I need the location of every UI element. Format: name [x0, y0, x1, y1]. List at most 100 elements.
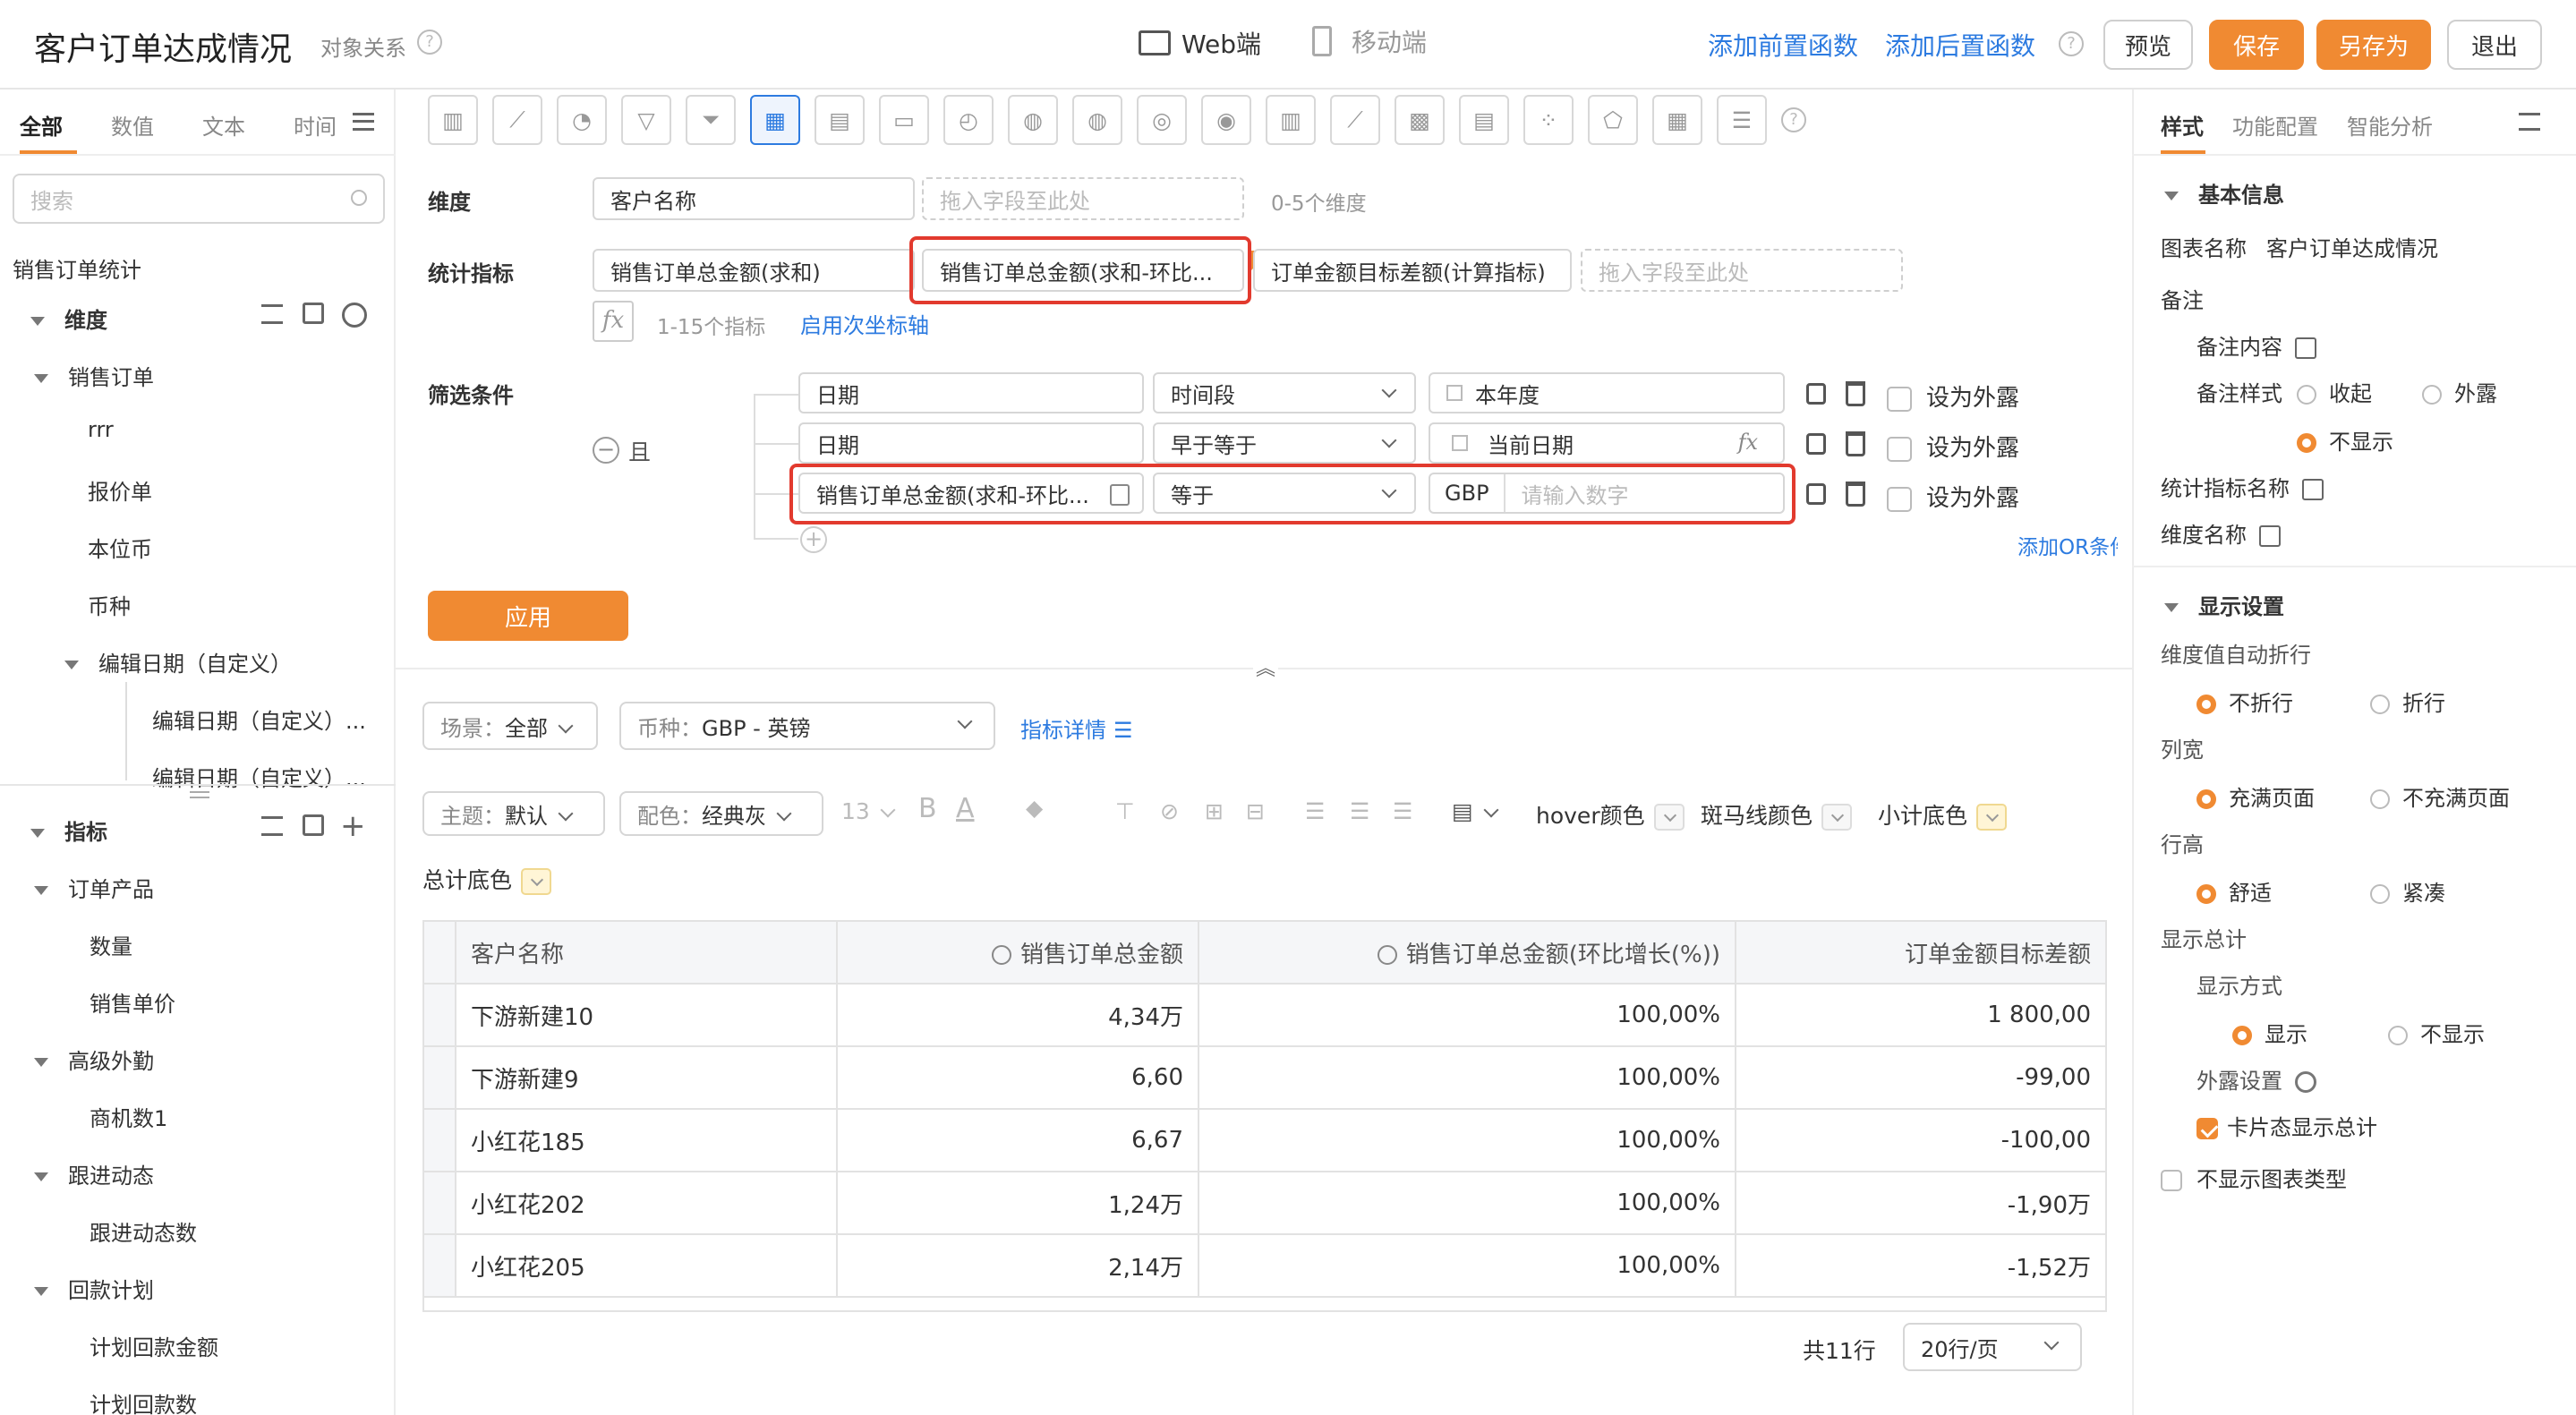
collapse-up-icon[interactable]: ︽ — [1253, 657, 1278, 682]
font-color-icon[interactable]: A — [956, 793, 975, 824]
map-cn-icon[interactable]: ◍ — [1008, 95, 1058, 145]
gauge-icon[interactable]: ◴ — [943, 95, 994, 145]
palette-select[interactable]: 配色： 经典灰 — [619, 791, 823, 836]
subtotal-color-picker[interactable]: 小计底色 — [1878, 798, 2008, 831]
tree-group-order-product[interactable]: 订单产品 — [34, 872, 154, 903]
table-row[interactable]: 小红花205 2,14万 100,00% -1,52万 — [422, 1233, 2107, 1298]
currency-select[interactable]: 币种： GBP - 英镑 — [619, 702, 995, 750]
web-tab[interactable]: Web端 — [1139, 25, 1261, 61]
add-or-link[interactable]: 添加OR条件 — [2017, 530, 2118, 560]
funnel-icon[interactable]: ▽ — [621, 95, 671, 145]
area-chart-icon[interactable]: ⟋ — [1330, 95, 1380, 145]
secondary-axis-link[interactable]: 启用次坐标轴 — [800, 308, 929, 339]
cell-merge-icon[interactable]: ⊞ — [1205, 798, 1224, 824]
add-icon[interactable]: + — [340, 808, 366, 844]
external-setting-row[interactable]: 外露设置 — [2196, 1063, 2316, 1095]
lock-icon[interactable] — [1806, 383, 1826, 405]
map-cn-2-icon[interactable]: ◍ — [1072, 95, 1122, 145]
scatter-icon[interactable]: ⁘ — [1523, 95, 1574, 145]
grid-icon[interactable]: ▦ — [1652, 95, 1702, 145]
theme-select[interactable]: 主题： 默认 — [422, 791, 605, 836]
pivot-icon[interactable]: ▤ — [1459, 95, 1509, 145]
metric-name-row[interactable]: 统计指标名称 — [2161, 471, 2324, 502]
add-condition-icon[interactable]: + — [800, 526, 827, 553]
tab-style[interactable]: 样式 — [2161, 109, 2204, 141]
indent-icon[interactable] — [261, 304, 283, 324]
globe-icon[interactable]: ◎ — [1137, 95, 1187, 145]
tree-group-followup[interactable]: 跟进动态 — [34, 1158, 154, 1189]
apply-button[interactable]: 应用 — [428, 591, 628, 641]
table-row[interactable]: 下游新建10 4,34万 100,00% 1 800,00 — [422, 983, 2107, 1047]
align-center-icon[interactable]: ☰ — [1350, 798, 1369, 824]
filter-1-external-checkbox[interactable]: 设为外露 — [1887, 379, 2019, 413]
font-size-select[interactable]: 13 — [841, 798, 896, 824]
tree-item-edit-date-1[interactable]: 编辑日期（自定义）... — [152, 703, 366, 735]
filter-1-value[interactable]: 本年度 — [1429, 372, 1785, 413]
tree-item-edit-date-2[interactable]: 编辑日期（自定义）... — [152, 761, 366, 792]
mobile-tab[interactable]: 移动端 — [1312, 23, 1427, 59]
lock-icon-3[interactable] — [1806, 483, 1826, 505]
drag-handle-icon[interactable] — [190, 791, 209, 798]
zebra-color-picker[interactable]: 斑马线颜色 — [1701, 798, 1853, 831]
filter-2-external-checkbox[interactable]: 设为外露 — [1887, 430, 2019, 463]
trash-icon-3[interactable] — [1846, 482, 1865, 507]
tree-item-currency[interactable]: 币种 — [88, 589, 131, 620]
table-row[interactable]: 小红花202 1,24万 100,00% -1,90万 — [422, 1171, 2107, 1235]
no-wrap-radio[interactable]: 不折行 — [2196, 686, 2293, 717]
dimension-chip[interactable]: 客户名称 — [593, 177, 915, 220]
basic-info-section[interactable]: 基本信息 — [2164, 177, 2284, 209]
scene-select[interactable]: 场景： 全部 — [422, 702, 598, 750]
bar-chart-icon[interactable]: ▥ — [428, 95, 478, 145]
card-total-checkbox[interactable]: 卡片态显示总计 — [2196, 1110, 2377, 1141]
table-row[interactable]: 小红花185 6,67 100,00% -100,00 — [422, 1108, 2107, 1172]
col-customer[interactable]: 客户名称 — [455, 920, 838, 985]
tab-text[interactable]: 文本 — [202, 109, 245, 141]
filter-2-operator[interactable]: 早于等于 — [1153, 422, 1416, 464]
tree-item-payment-amount[interactable]: 计划回款金额 — [90, 1330, 218, 1361]
table-scroll-area[interactable] — [422, 1294, 2107, 1312]
dimension-drop-zone[interactable]: 拖入字段至此处 — [922, 177, 1244, 220]
dimension-section[interactable]: 维度 — [30, 303, 107, 334]
tree-group-sales-order[interactable]: 销售订单 — [34, 360, 154, 391]
tree-item-quote[interactable]: 报价单 — [88, 474, 152, 506]
settings-icon[interactable] — [342, 303, 367, 328]
note-collapse-radio[interactable]: 收起 — [2297, 376, 2372, 407]
tab-number[interactable]: 数值 — [111, 109, 154, 141]
help-icon[interactable]: ? — [417, 30, 442, 55]
radar-icon[interactable]: ⬠ — [1588, 95, 1638, 145]
add-pre-function[interactable]: 添加前置函数 — [1708, 27, 1858, 63]
col-order-total[interactable]: 销售订单总金额 — [836, 920, 1199, 985]
hide-chart-type-checkbox[interactable]: 不显示图表类型 — [2161, 1162, 2347, 1193]
note-external-radio[interactable]: 外露 — [2422, 376, 2497, 407]
align-right-icon[interactable]: ☰ — [1393, 798, 1412, 824]
tree-group-edit-date[interactable]: 编辑日期（自定义） — [64, 646, 292, 678]
help-icon-3[interactable]: ? — [1781, 107, 1806, 132]
col-growth[interactable]: 销售订单总金额(环比增长(%)) — [1198, 920, 1736, 985]
save-as-button[interactable]: 另存为 — [2316, 20, 2431, 70]
tree-item-followup-count[interactable]: 跟进动态数 — [90, 1215, 197, 1247]
display-section[interactable]: 显示设置 — [2164, 589, 2284, 620]
tab-time[interactable]: 时间 — [294, 109, 337, 141]
exit-button[interactable]: 退出 — [2447, 20, 2542, 70]
metric-detail-link[interactable]: 指标详情 ☰ — [1020, 712, 1133, 744]
column-chart-icon[interactable]: ▥ — [1266, 95, 1316, 145]
combo-chart-icon[interactable]: ▤ — [815, 95, 865, 145]
lock-icon-2[interactable] — [1806, 433, 1826, 455]
tree-group-payment[interactable]: 回款计划 — [34, 1273, 154, 1304]
bold-icon[interactable]: B — [918, 793, 937, 824]
filter-1-operator[interactable]: 时间段 — [1153, 372, 1416, 413]
tree-item-opportunity[interactable]: 商机数1 — [90, 1101, 167, 1132]
line-chart-icon[interactable]: ⟋ — [492, 95, 542, 145]
fx-icon-2[interactable]: fx — [1738, 430, 1758, 455]
funnel-2-icon[interactable]: ⏷ — [686, 95, 736, 145]
collapse-icon[interactable]: − — [593, 437, 619, 464]
fill-page-radio[interactable]: 充满页面 — [2196, 780, 2315, 812]
show-radio[interactable]: 显示 — [2232, 1017, 2307, 1048]
metric-drop-zone[interactable]: 拖入字段至此处 — [1581, 249, 1903, 292]
no-fill-page-radio[interactable]: 不充满页面 — [2370, 780, 2510, 812]
table-row[interactable]: 下游新建9 6,60 100,00% -99,00 — [422, 1045, 2107, 1110]
note-hide-radio[interactable]: 不显示 — [2297, 424, 2393, 456]
search-input[interactable]: 搜索 — [13, 174, 385, 224]
collapse-panel-icon[interactable] — [2519, 113, 2540, 131]
help-icon-2[interactable]: ? — [2059, 31, 2084, 56]
